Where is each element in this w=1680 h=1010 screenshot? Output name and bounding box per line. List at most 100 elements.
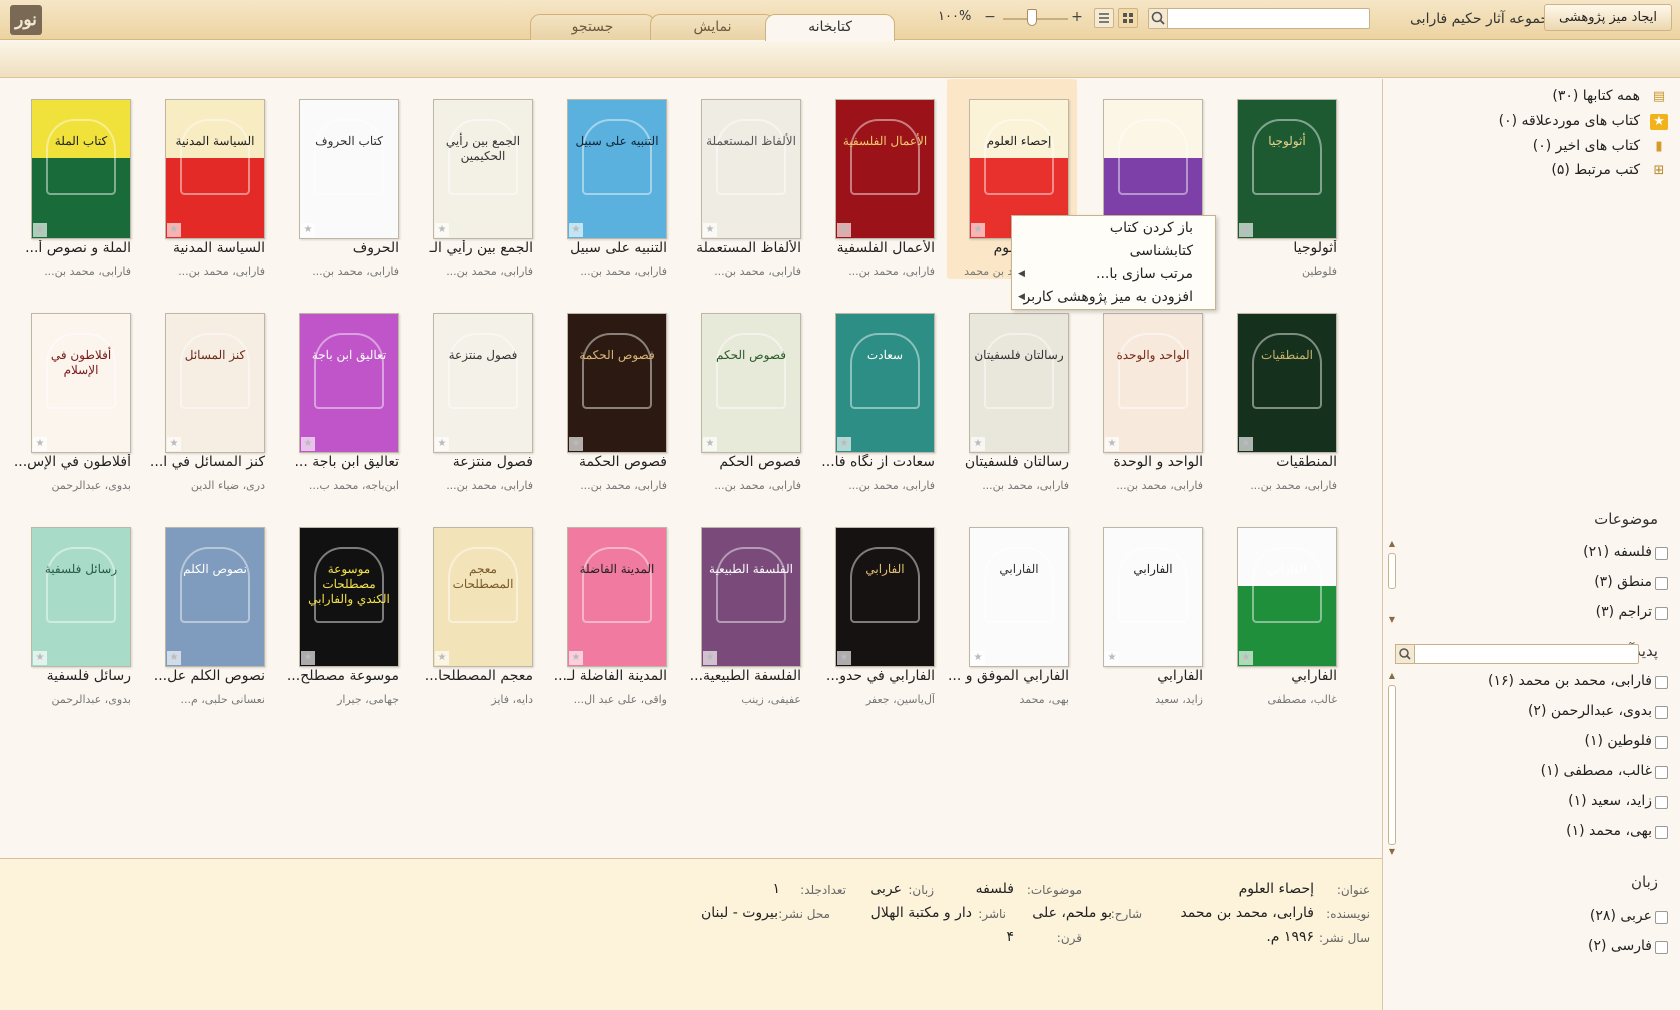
search-input[interactable] bbox=[1148, 8, 1370, 29]
favorite-star-icon[interactable]: ★ bbox=[837, 223, 851, 237]
favorite-star-icon[interactable]: ★ bbox=[703, 223, 717, 237]
list-view-icon[interactable] bbox=[1094, 8, 1114, 28]
zoom-in-button[interactable]: + bbox=[1069, 9, 1085, 27]
favorite-star-icon[interactable]: ★ bbox=[301, 437, 315, 451]
book-item[interactable]: نصوص الكلم ★ نصوص الكلم عل... نعسانی حلبی، … bbox=[143, 507, 273, 707]
book-cover[interactable]: نصوص الكلم ★ bbox=[165, 527, 265, 667]
book-item[interactable]: الفارابي ★ الفارابي في حدو... آل‌یاسین، جعف… bbox=[813, 507, 943, 707]
author-checkbox[interactable] bbox=[1655, 706, 1668, 719]
favorite-star-icon[interactable]: ★ bbox=[837, 437, 851, 451]
favorite-star-icon[interactable]: ★ bbox=[971, 651, 985, 665]
book-cover[interactable]: المنطقيات ★ bbox=[1237, 313, 1337, 453]
book-cover[interactable]: الفارابي ★ bbox=[1103, 527, 1203, 667]
book-item[interactable]: رسائل فلسفية ★ رسائل فلسفية بدوی، عبدالرحمن bbox=[9, 507, 139, 707]
grid-view-icon[interactable] bbox=[1118, 8, 1138, 28]
book-item[interactable]: الفارابي ★ الفارابي الموفق و ... بهی، محمد bbox=[947, 507, 1077, 707]
favorite-star-icon[interactable]: ★ bbox=[33, 651, 47, 665]
author-checkbox[interactable] bbox=[1655, 796, 1668, 809]
create-research-desk-button[interactable]: ایجاد میز پژوهشی bbox=[1544, 4, 1672, 31]
book-item[interactable]: رسالتان فلسفيتان ★ رسالتان فلسفیتان فارابی،… bbox=[947, 293, 1077, 493]
favorite-star-icon[interactable]: ★ bbox=[1105, 651, 1119, 665]
author-search-icon[interactable] bbox=[1395, 644, 1415, 664]
book-cover[interactable]: رسالتان فلسفيتان ★ bbox=[969, 313, 1069, 453]
book-cover[interactable]: أثولوجيا ★ bbox=[1237, 99, 1337, 239]
menu-item-add-to-research-desk[interactable]: افزودن به میز پژوهشی کاربر ◀ bbox=[1012, 286, 1215, 309]
favorite-star-icon[interactable]: ★ bbox=[569, 223, 583, 237]
book-cover[interactable]: الجمع بين رأيي الحكيمين ★ bbox=[433, 99, 533, 239]
favorite-star-icon[interactable]: ★ bbox=[435, 437, 449, 451]
favorite-star-icon[interactable]: ★ bbox=[33, 437, 47, 451]
language-checkbox[interactable] bbox=[1655, 911, 1668, 924]
book-item[interactable]: فصول منتزعة ★ فصول منتزعة فارابی، محمد بن..… bbox=[411, 293, 541, 493]
book-cover[interactable]: رسائل فلسفية ★ bbox=[31, 527, 131, 667]
tab-display[interactable]: نمایش bbox=[650, 14, 775, 40]
book-item[interactable]: الفارابي ★ الفارابي غالب، مصطفی bbox=[1215, 507, 1345, 707]
topic-checkbox[interactable] bbox=[1655, 607, 1668, 620]
book-cover[interactable]: معجم المصطلحات ★ bbox=[433, 527, 533, 667]
book-cover[interactable]: سعادت ★ bbox=[835, 313, 935, 453]
book-item[interactable]: الفارابي ★ الفارابي زاید، سعید bbox=[1081, 507, 1211, 707]
author-checkbox[interactable] bbox=[1655, 676, 1668, 689]
tab-search[interactable]: جستجو bbox=[530, 14, 655, 40]
sidebar-item-all-books[interactable]: همه کتابها (۳۰) bbox=[1552, 88, 1640, 104]
favorite-star-icon[interactable]: ★ bbox=[435, 223, 449, 237]
book-item[interactable]: معجم المصطلحات ★ معجم المصطلحا... دایه، فای… bbox=[411, 507, 541, 707]
book-item[interactable]: أثولوجيا ★ أثولوجيا فلوطين bbox=[1215, 79, 1345, 279]
topic-checkbox[interactable] bbox=[1655, 577, 1668, 590]
favorite-star-icon[interactable]: ★ bbox=[1239, 651, 1253, 665]
favorite-star-icon[interactable]: ★ bbox=[971, 437, 985, 451]
book-item[interactable]: الألفاظ المستعملة ★ الألفاظ المستعملة فاراب… bbox=[679, 79, 809, 279]
favorite-star-icon[interactable]: ★ bbox=[703, 437, 717, 451]
menu-item-bibliography[interactable]: کتابشناسی bbox=[1012, 240, 1215, 263]
book-cover[interactable]: الفارابي ★ bbox=[1237, 527, 1337, 667]
sidebar-item-favorites[interactable]: کتاب های موردعلاقه (۰) bbox=[1499, 113, 1640, 129]
book-cover[interactable]: فصوص الحكم ★ bbox=[701, 313, 801, 453]
book-item[interactable]: موسوعة مصطلحات الكندي والفارابي ★ موسوعة م… bbox=[277, 507, 407, 707]
favorite-star-icon[interactable]: ★ bbox=[167, 223, 181, 237]
book-cover[interactable]: الفارابي ★ bbox=[835, 527, 935, 667]
book-cover[interactable]: الأعمال الفلسفية ★ bbox=[835, 99, 935, 239]
book-item[interactable]: كتاب الملة ★ الملة و نصوص أ... فارابی، محمد… bbox=[9, 79, 139, 279]
favorite-star-icon[interactable]: ★ bbox=[837, 651, 851, 665]
book-item[interactable]: فصوص الحكم ★ فصوص الحكم فارابی، محمد بن... bbox=[679, 293, 809, 493]
book-item[interactable]: السياسة المدنية ★ السياسة المدنية فارابی، م… bbox=[143, 79, 273, 279]
favorite-star-icon[interactable]: ★ bbox=[1239, 223, 1253, 237]
author-checkbox[interactable] bbox=[1655, 766, 1668, 779]
book-cover[interactable]: الفلسفة الطبيعية ★ bbox=[701, 527, 801, 667]
topic-checkbox[interactable] bbox=[1655, 547, 1668, 560]
book-item[interactable]: المدينة الفاضلة ★ المدينة الفاضلة لـ... واق… bbox=[545, 507, 675, 707]
favorite-star-icon[interactable]: ★ bbox=[33, 223, 47, 237]
tab-library[interactable]: کتابخانه bbox=[765, 14, 895, 41]
book-item[interactable]: المنطقيات ★ المنطقيات فارابی، محمد بن... bbox=[1215, 293, 1345, 493]
sidebar-item-related[interactable]: کتب مرتبط (۵) bbox=[1551, 162, 1640, 178]
zoom-slider-thumb[interactable] bbox=[1027, 9, 1037, 26]
book-cover[interactable]: السياسة المدنية ★ bbox=[165, 99, 265, 239]
language-checkbox[interactable] bbox=[1655, 941, 1668, 954]
book-item[interactable]: الجمع بين رأيي الحكيمين ★ الجمع بين رأيي ا… bbox=[411, 79, 541, 279]
favorite-star-icon[interactable]: ★ bbox=[569, 651, 583, 665]
menu-item-sort-by[interactable]: مرتب سازی با... ◀ bbox=[1012, 263, 1215, 286]
book-item[interactable]: كتاب الحروف ★ الحروف فارابی، محمد بن... bbox=[277, 79, 407, 279]
book-item[interactable]: تعاليق ابن باجة ★ تعاليق ابن باجة ... ابن‌ب… bbox=[277, 293, 407, 493]
favorite-star-icon[interactable]: ★ bbox=[167, 651, 181, 665]
book-cover[interactable]: المدينة الفاضلة ★ bbox=[567, 527, 667, 667]
author-checkbox[interactable] bbox=[1655, 826, 1668, 839]
book-cover[interactable]: التنبيه على سبيل ★ bbox=[567, 99, 667, 239]
book-item[interactable]: كنز المسائل ★ كنز المسائل في ا... دری، ضیاء… bbox=[143, 293, 273, 493]
book-cover[interactable]: الواحد والوحدة ★ bbox=[1103, 313, 1203, 453]
favorite-star-icon[interactable]: ★ bbox=[569, 437, 583, 451]
zoom-out-button[interactable]: − bbox=[982, 9, 998, 27]
topics-scrollbar[interactable]: ▲ ▼ bbox=[1387, 539, 1397, 629]
sidebar-item-recent[interactable]: کتاب های اخیر (۰) bbox=[1533, 138, 1640, 154]
book-cover[interactable]: فصول منتزعة ★ bbox=[433, 313, 533, 453]
book-cover[interactable]: الفارابي ★ bbox=[969, 527, 1069, 667]
book-item[interactable]: التنبيه على سبيل ★ التنبيه على سبيل فارابی،… bbox=[545, 79, 675, 279]
favorite-star-icon[interactable]: ★ bbox=[167, 437, 181, 451]
search-icon[interactable] bbox=[1149, 9, 1168, 28]
author-checkbox[interactable] bbox=[1655, 736, 1668, 749]
book-item[interactable]: الأعمال الفلسفية ★ الأعمال الفلسفية فارابی،… bbox=[813, 79, 943, 279]
book-item[interactable]: الفلسفة الطبيعية ★ الفلسفة الطبيعية... عفیف… bbox=[679, 507, 809, 707]
menu-item-open-book[interactable]: باز کردن کتاب bbox=[1012, 217, 1215, 240]
favorite-star-icon[interactable]: ★ bbox=[301, 651, 315, 665]
book-item[interactable]: الواحد والوحدة ★ الواحد و الوحدة فارابی، مح… bbox=[1081, 293, 1211, 493]
